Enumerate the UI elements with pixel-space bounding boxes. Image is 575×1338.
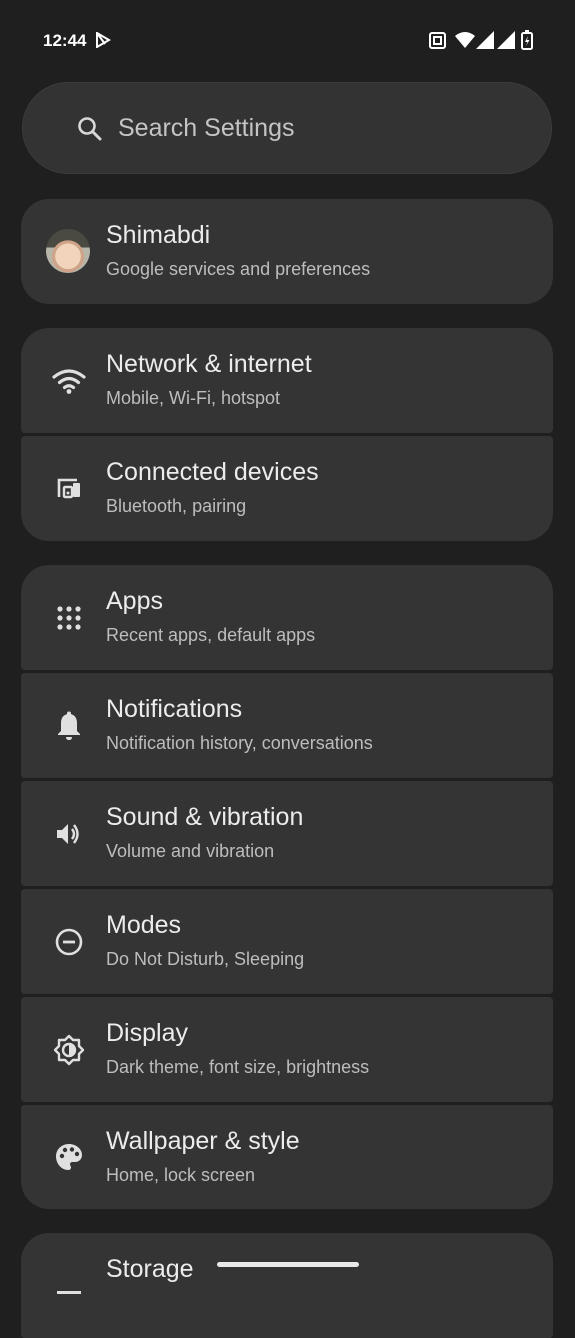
wifi-icon: [47, 359, 91, 403]
item-subtitle: Bluetooth, pairing: [106, 496, 247, 516]
do-not-disturb-icon: [47, 920, 91, 964]
item-title: Wallpaper & style: [106, 1127, 300, 1155]
item-subtitle: Home, lock screen: [106, 1165, 256, 1185]
item-title: Display: [106, 1019, 188, 1047]
item-subtitle: Notification history, conversations: [106, 733, 373, 753]
account-card[interactable]: Shimabdi Google services and preferences: [21, 199, 553, 304]
search-placeholder: Search Settings: [118, 114, 295, 142]
item-title: Network & internet: [106, 350, 312, 378]
play-store-notification-icon: [96, 32, 111, 48]
settings-item-notifications[interactable]: Notifications Notification history, conv…: [21, 673, 553, 778]
account-subtitle: Google services and preferences: [106, 259, 371, 279]
avatar: [46, 229, 90, 273]
settings-item-sound[interactable]: Sound & vibration Volume and vibration: [21, 781, 553, 886]
status-time: 12:44: [43, 31, 87, 50]
apps-grid-icon: [47, 596, 91, 640]
item-subtitle: Do Not Disturb, Sleeping: [106, 949, 305, 969]
search-icon: [78, 117, 102, 141]
item-title: Modes: [106, 911, 182, 939]
wifi-icon: [455, 32, 475, 48]
brightness-icon: [47, 1028, 91, 1072]
settings-item-network[interactable]: Network & internet Mobile, Wi-Fi, hotspo…: [21, 328, 553, 433]
nfc-icon: [429, 32, 446, 49]
storage-icon: [47, 1271, 91, 1315]
settings-item-modes[interactable]: Modes Do Not Disturb, Sleeping: [21, 889, 553, 994]
connected-devices-icon: [47, 467, 91, 511]
item-subtitle: Volume and vibration: [106, 841, 275, 861]
item-subtitle: Dark theme, font size, brightness: [106, 1057, 370, 1077]
item-title: Sound & vibration: [106, 803, 304, 831]
settings-item-display[interactable]: Display Dark theme, font size, brightnes…: [21, 997, 553, 1102]
item-title: Apps: [106, 587, 163, 615]
settings-item-storage[interactable]: Storage: [21, 1233, 553, 1338]
palette-icon: [47, 1135, 91, 1179]
bell-icon: [47, 704, 91, 748]
item-subtitle: Mobile, Wi-Fi, hotspot: [106, 388, 281, 408]
volume-icon: [47, 812, 91, 856]
settings-item-wallpaper[interactable]: Wallpaper & style Home, lock screen: [21, 1105, 553, 1209]
item-title: Connected devices: [106, 458, 319, 486]
item-subtitle: Recent apps, default apps: [106, 625, 316, 645]
signal-icon: [497, 31, 515, 49]
item-title: Notifications: [106, 695, 243, 723]
signal-icon: [476, 31, 494, 49]
status-bar: 12:44: [0, 0, 575, 80]
home-indicator[interactable]: [217, 1262, 359, 1267]
settings-item-connected-devices[interactable]: Connected devices Bluetooth, pairing: [21, 436, 553, 541]
search-bar[interactable]: Search Settings: [22, 82, 552, 174]
battery-charging-icon: [521, 30, 533, 50]
settings-item-apps[interactable]: Apps Recent apps, default apps: [21, 565, 553, 670]
account-name: Shimabdi: [106, 221, 211, 249]
